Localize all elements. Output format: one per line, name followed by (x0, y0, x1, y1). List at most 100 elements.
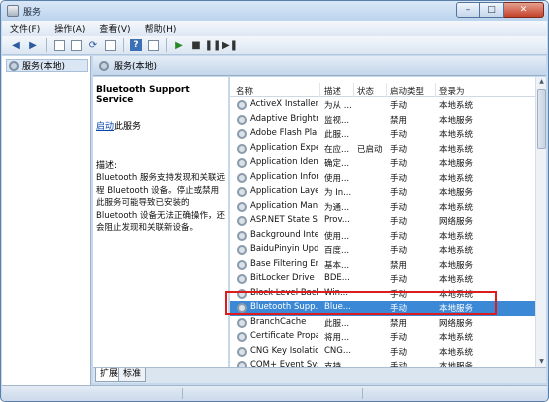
vertical-scrollbar[interactable]: ▲ ▼ (535, 77, 546, 367)
service-description-cell: 为 In... (324, 188, 352, 198)
toolbar-separator (166, 38, 167, 52)
restart-icon[interactable]: ▶❚ (222, 38, 238, 53)
service-description-cell: 基本... (324, 260, 350, 271)
refresh-icon[interactable]: ⟳ (85, 38, 101, 53)
table-row[interactable]: Application Expe... 在应... 已启动手动 本地系统 (230, 142, 536, 157)
table-row[interactable]: Application Man... 为通... 手动 本地系统 (230, 200, 536, 215)
start-service-link[interactable]: 启动 (96, 122, 114, 132)
console-tree: 服务(本地) (2, 56, 91, 387)
toolbar-separator (123, 38, 124, 52)
forward-arrow-icon[interactable]: ▶ (25, 38, 41, 53)
scroll-up-arrow-icon[interactable]: ▲ (537, 77, 546, 87)
stop-icon[interactable]: ■ (188, 38, 204, 53)
service-startup-cell: 手动 (390, 231, 408, 242)
service-startup-cell: 手动 (390, 362, 408, 367)
scroll-thumb[interactable] (537, 89, 546, 149)
table-row[interactable]: BranchCache 此服... 禁用 网络服务 (230, 316, 536, 331)
title-bar[interactable]: 服务 – □ ✕ (1, 1, 548, 21)
service-logon-cell: 本地服务 (439, 159, 474, 169)
export-icon[interactable] (102, 38, 118, 53)
service-name-cell: COM+ Event Sys... (250, 360, 318, 367)
table-row[interactable]: Certificate Propa... 将用... 手动 本地系统 (230, 330, 536, 345)
properties-sheet-icon[interactable] (145, 38, 161, 53)
tree-item-services-local[interactable]: 服务(本地) (6, 59, 88, 72)
service-logon-cell: 网络服务 (439, 217, 474, 227)
service-startup-cell: 手动 (390, 159, 408, 169)
column-header-status[interactable]: 状态 (357, 85, 374, 97)
service-description-cell: 将用... (324, 333, 350, 343)
menu-file[interactable]: 文件(F) (10, 22, 40, 35)
service-logon-cell: 本地系统 (439, 144, 474, 155)
service-logon-cell: 网络服务 (439, 318, 474, 329)
scroll-down-arrow-icon[interactable]: ▼ (537, 357, 546, 367)
close-button[interactable]: ✕ (504, 2, 544, 18)
services-window: 服务 – □ ✕ 文件(F) 操作(A) 查看(V) 帮助(H) ◀ ▶ ⟳ ?… (0, 0, 549, 402)
table-row[interactable]: Adaptive Brightn... 监视... 禁用 本地服务 (230, 113, 536, 128)
service-startup-cell: 手动 (390, 101, 408, 111)
table-row[interactable]: Application Infor... 使用... 手动 本地系统 (230, 171, 536, 186)
table-row[interactable]: ASP.NET State S... Prov... 手动 网络服务 (230, 214, 536, 229)
description-text: Bluetooth 服务支持发现和关联远程 Bluetooth 设备。停止或禁用… (96, 173, 225, 233)
selected-service-name: Bluetooth Support Service (96, 85, 190, 105)
start-service-suffix: 此服务 (114, 122, 142, 132)
service-logon-cell: 本地系统 (439, 231, 474, 242)
service-description-cell: 百度... (324, 246, 350, 256)
column-header-logon-as[interactable]: 登录为 (439, 85, 465, 97)
service-gear-icon (237, 114, 247, 125)
service-name-cell: BaiduPinyin Upd... (250, 244, 318, 254)
column-header-name[interactable]: 名称 (236, 85, 253, 97)
back-arrow-icon[interactable]: ◀ (8, 38, 24, 53)
menu-view[interactable]: 查看(V) (99, 22, 130, 35)
service-gear-icon (237, 143, 247, 154)
table-row[interactable]: Base Filtering En... 基本... 禁用 本地服务 (230, 258, 536, 273)
service-gear-icon (237, 317, 247, 328)
service-gear-icon (237, 129, 247, 139)
service-description-cell: 使用... (324, 173, 350, 184)
help-icon[interactable]: ? (128, 38, 144, 53)
column-header-description[interactable]: 描述 (324, 85, 341, 97)
console-tree-icon[interactable] (51, 38, 67, 53)
tab-standard[interactable]: 标准 (118, 368, 147, 382)
menu-help[interactable]: 帮助(H) (145, 22, 177, 35)
table-row[interactable]: CNG Key Isolation CNG... 手动 本地系统 (230, 345, 536, 360)
tree-item-label: 服务(本地) (22, 62, 66, 72)
service-gear-icon (237, 259, 247, 270)
table-row[interactable]: COM+ Event Sys... 支持... 手动 本地服务 (230, 359, 536, 367)
start-service-row: 启动此服务 (96, 119, 225, 132)
table-row[interactable]: BitLocker Drive ... BDE... 手动 本地系统 (230, 272, 536, 287)
table-row[interactable]: Application Laye... 为 In... 手动 本地服务 (230, 185, 536, 200)
service-logon-cell: 本地系统 (439, 333, 474, 343)
service-gear-icon (237, 216, 247, 226)
table-row[interactable]: Application Iden... 确定... 手动 本地服务 (230, 156, 536, 171)
service-description-cell: CNG... (324, 345, 351, 356)
table-row[interactable]: Adobe Flash Pla... 此服... 手动 本地系统 (230, 127, 536, 142)
table-row[interactable]: ActiveX Installer ... 为从 ... 手动 本地系统 (230, 98, 536, 113)
minimize-button[interactable]: – (456, 2, 480, 18)
service-name-cell: CNG Key Isolation (250, 345, 318, 356)
service-name-cell: BitLocker Drive ... (250, 273, 318, 283)
toolbar-separator (46, 38, 47, 52)
play-icon[interactable]: ▶ (171, 38, 187, 53)
service-startup-cell: 禁用 (390, 260, 408, 271)
properties-icon[interactable] (68, 38, 84, 53)
service-startup-cell: 手动 (390, 202, 408, 213)
menu-action[interactable]: 操作(A) (54, 22, 85, 35)
service-name-cell: BranchCache (250, 316, 307, 327)
service-name-cell: Adobe Flash Pla... (250, 128, 318, 138)
service-description-cell: 确定... (324, 159, 350, 169)
maximize-button[interactable]: □ (480, 2, 504, 18)
status-divider (182, 388, 183, 399)
service-gear-icon (237, 100, 247, 110)
service-startup-cell: 禁用 (390, 318, 408, 329)
pause-icon[interactable]: ❚❚ (205, 38, 222, 53)
service-name-cell: Background Inte... (250, 229, 318, 240)
column-header-startup-type[interactable]: 启动类型 (390, 85, 424, 97)
window-title: 服务 (23, 8, 42, 18)
table-row[interactable]: Background Inte... 使用... 手动 本地系统 (230, 229, 536, 244)
service-name-cell: Application Laye... (250, 186, 318, 196)
table-row[interactable]: BaiduPinyin Upd... 百度... 手动 本地系统 (230, 243, 536, 258)
service-logon-cell: 本地服务 (439, 260, 474, 271)
panel-title: 服务(本地) (114, 62, 158, 72)
description-label: 描述: (96, 161, 118, 171)
panel-header: 服务(本地) (93, 56, 546, 76)
